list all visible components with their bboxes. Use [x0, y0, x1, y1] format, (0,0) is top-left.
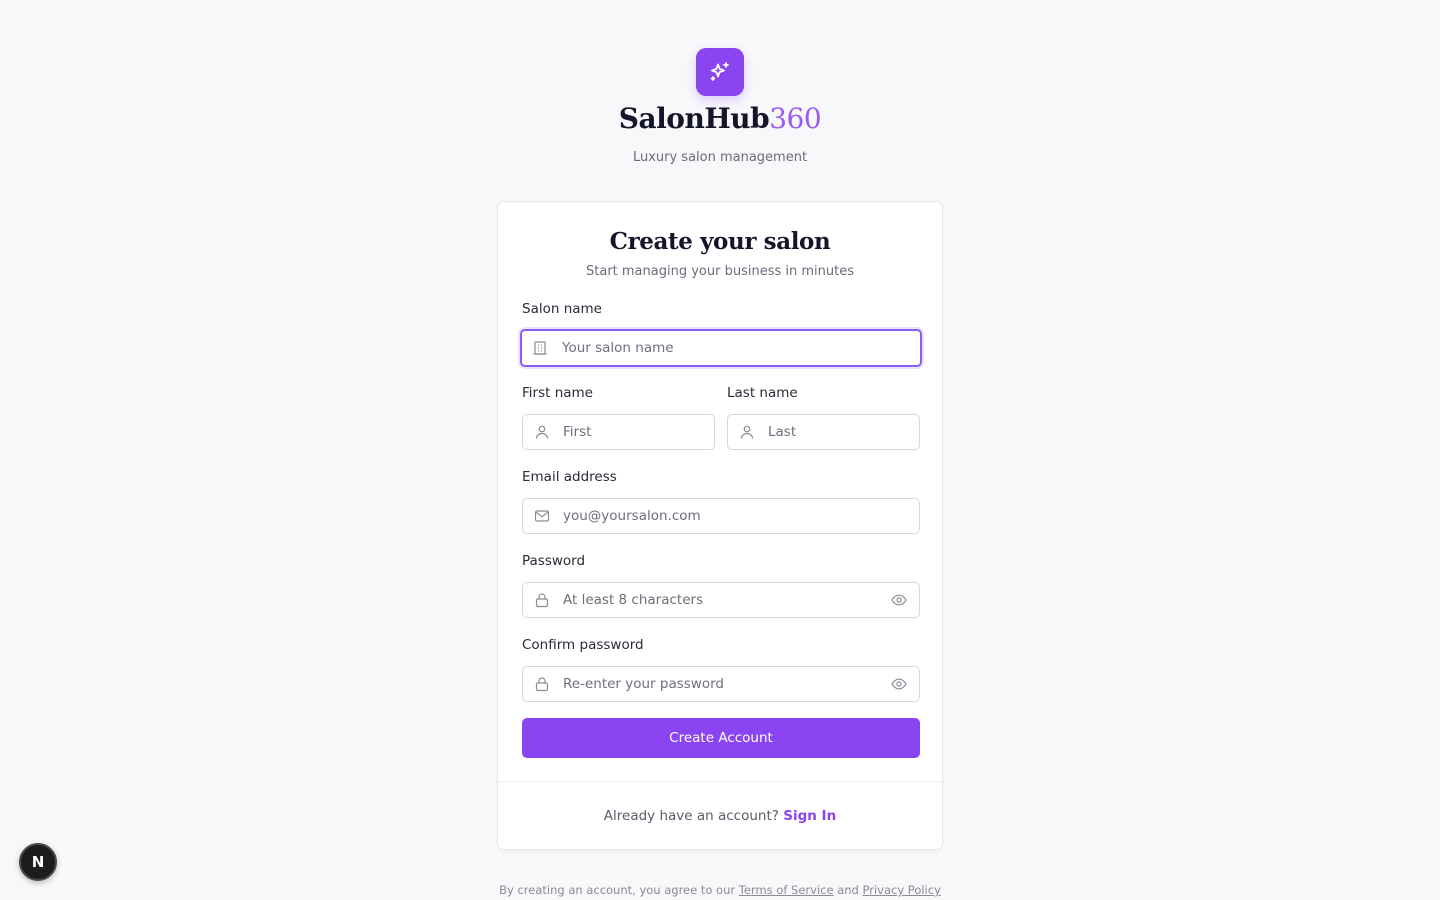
- confirm-password-field[interactable]: [522, 666, 920, 702]
- first-name-label: First name: [522, 385, 593, 401]
- create-account-button[interactable]: Create Account: [522, 718, 920, 758]
- privacy-link[interactable]: Privacy Policy: [863, 883, 941, 897]
- brand-name-accent: 360: [769, 102, 822, 135]
- first-name-field[interactable]: [522, 414, 715, 450]
- user-icon: [739, 424, 755, 440]
- mail-icon: [534, 508, 550, 524]
- legal-notice: By creating an account, you agree to our…: [0, 883, 1440, 897]
- form-subtitle: Start managing your business in minutes: [586, 264, 854, 279]
- confirm-password-input[interactable]: [563, 667, 883, 701]
- signin-prompt-text: Already have an account?: [603, 808, 779, 824]
- last-name-label: Last name: [727, 385, 798, 401]
- salon-name-field[interactable]: [520, 329, 922, 367]
- confirm-password-label: Confirm password: [522, 637, 644, 653]
- terms-link[interactable]: Terms of Service: [739, 883, 834, 897]
- brand-logo: [696, 48, 744, 96]
- user-icon: [534, 424, 550, 440]
- show-confirm-password-icon[interactable]: [890, 675, 908, 693]
- last-name-input[interactable]: [768, 415, 883, 449]
- email-field[interactable]: [522, 498, 920, 534]
- show-password-icon[interactable]: [890, 591, 908, 609]
- password-label: Password: [522, 553, 586, 569]
- brand-tagline: Luxury salon management: [632, 150, 808, 165]
- email-label: Email address: [522, 469, 617, 485]
- form-title: Create your salon: [609, 228, 831, 255]
- email-input[interactable]: [563, 499, 883, 533]
- brand-name-main: SalonHub: [618, 102, 770, 135]
- building-icon: [532, 340, 548, 356]
- signin-prompt: Already have an account? Sign In: [498, 808, 942, 824]
- lock-icon: [534, 592, 550, 608]
- password-input[interactable]: [563, 583, 883, 617]
- salon-name-label: Salon name: [522, 301, 602, 317]
- legal-and: and: [837, 883, 859, 897]
- password-field[interactable]: [522, 582, 920, 618]
- signup-card: Create your salon Start managing your bu…: [497, 201, 943, 850]
- sparkles-icon: [710, 62, 729, 81]
- salon-name-input[interactable]: [562, 331, 884, 365]
- sign-in-link[interactable]: Sign In: [783, 808, 836, 824]
- legal-prefix: By creating an account, you agree to our: [499, 883, 736, 897]
- lock-icon: [534, 676, 550, 692]
- dev-tools-badge[interactable]: N: [19, 843, 57, 881]
- dev-badge-letter: N: [31, 853, 45, 871]
- last-name-field[interactable]: [727, 414, 920, 450]
- card-divider: [498, 781, 942, 782]
- first-name-input[interactable]: [563, 415, 678, 449]
- brand-name: SalonHub360: [0, 102, 1440, 135]
